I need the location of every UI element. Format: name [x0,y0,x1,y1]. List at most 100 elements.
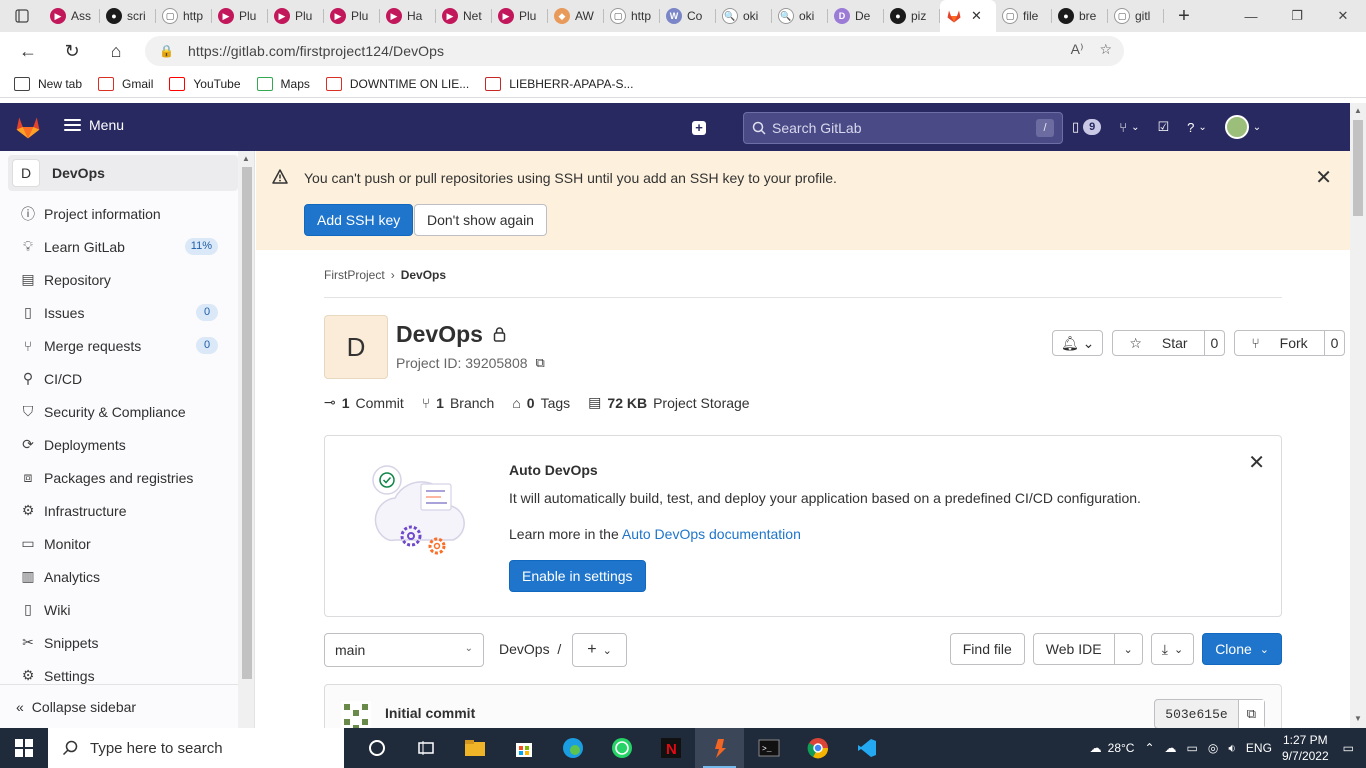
vscode-icon[interactable] [842,728,891,768]
windows-start-button[interactable] [0,728,48,768]
sidebar-item-learn-gitlab[interactable]: 💡︎ Learn GitLab 11% [0,230,238,263]
cortana-icon[interactable] [352,728,401,768]
enable-in-settings-button[interactable]: Enable in settings [509,560,646,592]
browser-tab[interactable]: ▢ file [996,0,1052,32]
whatsapp-icon[interactable] [597,728,646,768]
browser-tab[interactable]: ▢ http [604,0,660,32]
copy-sha-icon[interactable]: ⧉ [1237,700,1264,728]
sidebar-item-analytics[interactable]: ▥ Analytics [0,560,238,593]
browser-tab[interactable]: ▶ Plu [492,0,548,32]
branch-selector[interactable]: main ⌄ [324,633,484,667]
browser-tab[interactable]: ▢ gitl [1108,0,1164,32]
browser-tab[interactable]: ● scri [100,0,156,32]
tab-active-gitlab[interactable]: ✕ [940,0,996,32]
menu-button[interactable]: Menu [64,117,124,133]
fork-button[interactable]: ⑂ Fork 0 [1234,330,1346,356]
netflix-icon[interactable]: N [646,728,695,768]
close-auto-devops-icon[interactable]: ✕ [1248,450,1265,475]
sidebar-item-issues[interactable]: ▯ Issues 0 [0,296,238,329]
weather-widget[interactable]: ☁ 28°C [1090,741,1135,755]
sidebar-item-security-compliance[interactable]: ⛉ Security & Compliance [0,395,238,428]
repo-path-link[interactable]: DevOps [499,641,550,657]
microsoft-store-icon[interactable] [499,728,548,768]
read-aloud-icon[interactable]: A⁾ [1071,41,1084,58]
star-button[interactable]: ☆ Star 0 [1112,330,1226,356]
collapse-sidebar-button[interactable]: « Collapse sidebar [0,684,238,728]
sidebar-item-snippets[interactable]: ✂ Snippets [0,626,238,659]
browser-tab[interactable]: ▶ Plu [268,0,324,32]
tab-actions-button[interactable] [0,0,44,32]
breadcrumb-current-link[interactable]: DevOps [401,268,446,282]
chrome-icon[interactable] [793,728,842,768]
copy-id-icon[interactable]: ⧉ [536,355,545,371]
close-window-icon[interactable]: ✕ [1320,0,1366,32]
home-icon[interactable]: ⌂ [94,32,138,70]
stat-branch[interactable]: ⑂ 1 Branch [422,394,495,411]
refresh-icon[interactable]: ↻ [50,32,94,70]
scroll-down-arrow-icon[interactable]: ▼ [1354,714,1362,723]
app-active-icon[interactable] [695,728,744,768]
terminal-icon[interactable]: >_ [744,728,793,768]
browser-tab[interactable]: ▶ Net [436,0,492,32]
web-ide-button[interactable]: Web IDE [1032,633,1115,665]
sidebar-project-header[interactable]: D DevOps [8,155,238,191]
scroll-up-arrow-icon[interactable]: ▲ [242,154,250,163]
browser-tab[interactable]: ● piz [884,0,940,32]
volume-icon[interactable]: 🔉︎ [1228,741,1236,756]
browser-tab[interactable]: 🔍 oki [772,0,828,32]
bookmark-item[interactable]: Gmail [98,76,153,91]
find-file-button[interactable]: Find file [949,633,1025,665]
browser-tab[interactable]: 🔍 oki [716,0,772,32]
back-arrow-icon[interactable]: ← [6,32,50,70]
stat-tags[interactable]: ⌂ 0 Tags [512,394,570,411]
clock[interactable]: 1:27 PM 9/7/2022 [1282,732,1329,764]
todos-button[interactable]: ☑ [1157,119,1169,135]
sidebar-item-infrastructure[interactable]: ⚙ Infrastructure [0,494,238,527]
bookmark-item[interactable]: New tab [14,76,82,91]
battery-icon[interactable]: ▭ [1187,741,1198,755]
task-view-icon[interactable] [401,728,450,768]
scroll-up-arrow-icon[interactable]: ▲ [1354,106,1362,115]
taskbar-search-input[interactable]: Type here to search [48,728,344,768]
bookmark-item[interactable]: LIEBHERR-APAPA-S... [485,76,633,91]
dont-show-again-button[interactable]: Don't show again [414,204,547,236]
edge-icon[interactable] [548,728,597,768]
add-file-dropdown[interactable]: + ⌄ [572,633,627,667]
sidebar-scroll-thumb[interactable] [242,167,252,679]
notifications-icon[interactable]: ▭ [1343,741,1354,755]
browser-tab[interactable]: ▶ Plu [324,0,380,32]
browser-tab[interactable]: ▶ Plu [212,0,268,32]
gitlab-logo-icon[interactable] [14,113,42,144]
close-tab-icon[interactable]: ✕ [971,8,982,24]
notification-dropdown[interactable]: 🔔︎ ⌄ [1052,330,1104,356]
help-button[interactable]: ? ⌄ [1187,120,1207,135]
auto-devops-docs-link[interactable]: Auto DevOps documentation [622,526,801,542]
favorite-add-icon[interactable]: ☆ [1099,41,1112,58]
network-icon[interactable]: ◎ [1208,741,1218,755]
restore-icon[interactable]: ❐ [1274,0,1320,32]
bookmark-item[interactable]: YouTube [169,76,241,91]
browser-tab[interactable]: W Co [660,0,716,32]
breadcrumb-parent-link[interactable]: FirstProject [324,268,385,282]
user-menu-button[interactable]: ⌄ [1224,115,1261,139]
browser-tab[interactable]: ▶ Ha [380,0,436,32]
browser-tab[interactable]: ◆ AW [548,0,604,32]
search-gitlab-input[interactable]: Search GitLab / [743,112,1063,144]
commit-sha[interactable]: 503e615e [1155,700,1237,728]
sidebar-item-wiki[interactable]: ▯ Wiki [0,593,238,626]
browser-tab[interactable]: D De [828,0,884,32]
add-ssh-key-button[interactable]: Add SSH key [304,204,414,236]
issues-header-button[interactable]: ▯ 9 [1072,119,1102,135]
browser-tab[interactable]: ▶ Ass [44,0,100,32]
fork-count[interactable]: 0 [1323,331,1345,355]
commit-author-avatar[interactable] [341,701,371,728]
star-count[interactable]: 0 [1203,331,1225,355]
create-new-icon[interactable]: + [692,121,706,135]
clone-button[interactable]: Clone ⌄ [1202,633,1282,665]
new-tab-button[interactable]: + [1164,5,1204,28]
sidebar-item-packages-and-registries[interactable]: ⧈ Packages and registries [0,461,238,494]
sidebar-item-ci-cd[interactable]: ⚲ CI/CD [0,362,238,395]
page-scroll-thumb[interactable] [1353,120,1363,216]
sidebar-item-monitor[interactable]: ▭ Monitor [0,527,238,560]
bookmark-item[interactable]: DOWNTIME ON LIE... [325,76,469,91]
